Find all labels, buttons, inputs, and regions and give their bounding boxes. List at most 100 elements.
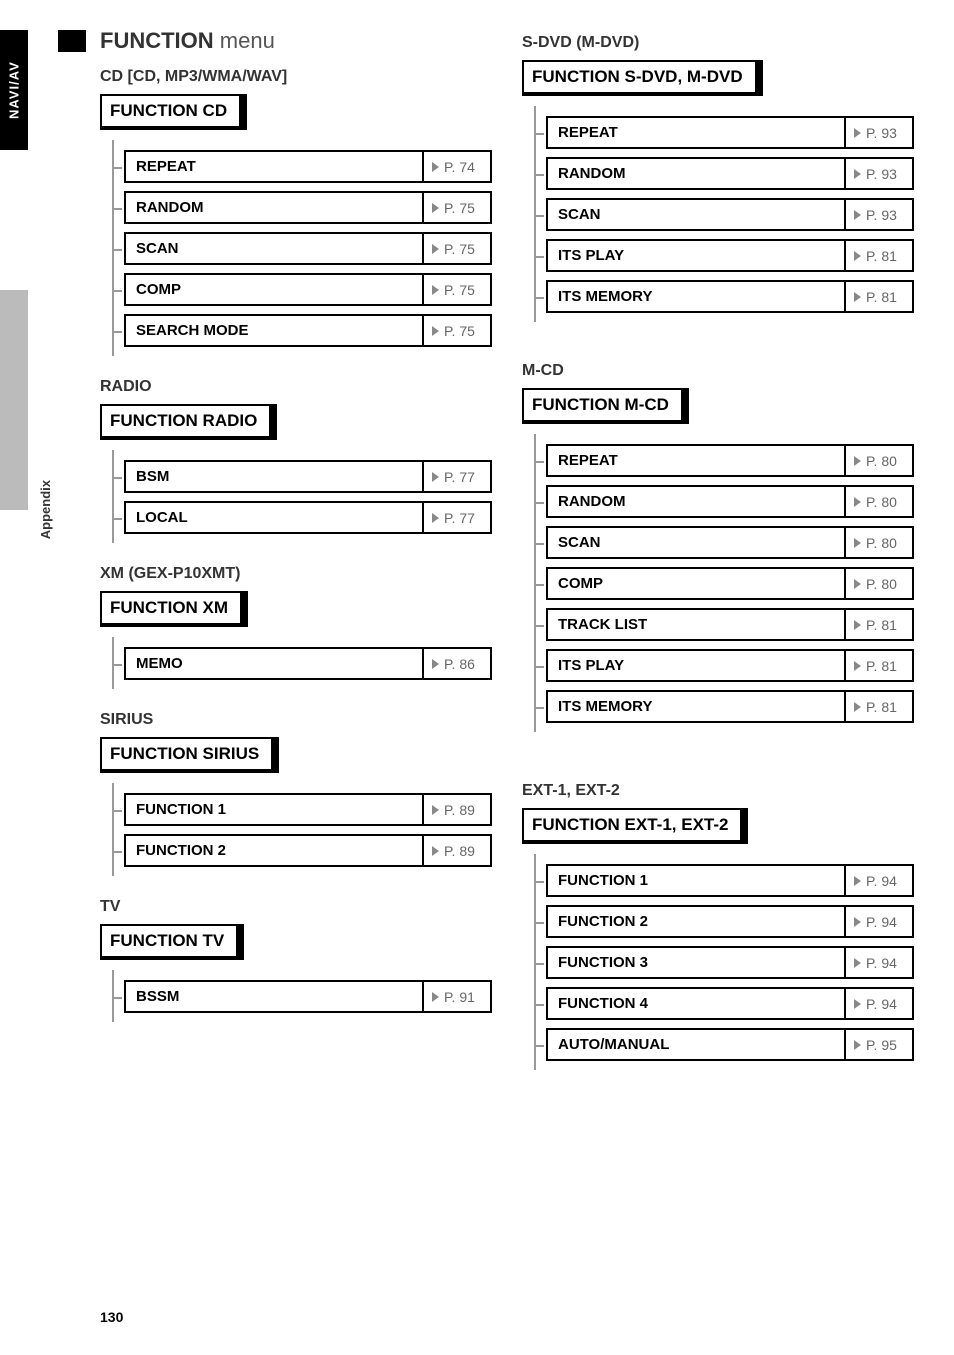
tree-item: ITS MEMORYP. 81: [536, 690, 914, 723]
item-label: TRACK LIST: [546, 608, 846, 641]
triangle-icon: [854, 620, 861, 630]
left-column: FUNCTION menu CD [CD, MP3/WMA/WAV] FUNCT…: [100, 28, 492, 1070]
item-label: FUNCTION 2: [124, 834, 424, 867]
main-title-light: menu: [220, 28, 275, 53]
triangle-icon: [854, 538, 861, 548]
item-label: RANDOM: [546, 485, 846, 518]
triangle-icon: [854, 456, 861, 466]
triangle-icon: [432, 326, 439, 336]
tree-item: SCAN P. 80: [536, 526, 914, 559]
page-ref[interactable]: P. 93: [846, 157, 914, 190]
page-ref-text: P. 93: [866, 125, 897, 141]
tag-function-cd: FUNCTION CD: [100, 94, 247, 130]
page-ref[interactable]: P. 94: [846, 864, 914, 897]
triangle-icon: [432, 513, 439, 523]
triangle-icon: [854, 251, 861, 261]
tree-radio: BSMP. 77 LOCALP. 77: [112, 450, 492, 543]
page-ref[interactable]: P. 94: [846, 905, 914, 938]
page-ref[interactable]: P. 80: [846, 444, 914, 477]
item-label: BSSM: [124, 980, 424, 1013]
tree-item: FUNCTION 2P. 94: [536, 905, 914, 938]
tree-item: BSMP. 77: [114, 460, 492, 493]
page-ref[interactable]: P. 80: [846, 485, 914, 518]
heading-ext: EXT-1, EXT-2: [522, 782, 914, 800]
page-ref[interactable]: P. 81: [846, 280, 914, 313]
item-label: ITS PLAY: [546, 649, 846, 682]
page-ref[interactable]: P. 93: [846, 116, 914, 149]
page-ref[interactable]: P. 94: [846, 946, 914, 979]
triangle-icon: [854, 661, 861, 671]
heading-sdvd: S-DVD (M-DVD): [522, 34, 914, 52]
page-ref-text: P. 94: [866, 873, 897, 889]
page-ref-text: P. 95: [866, 1037, 897, 1053]
tree-item: FUNCTION 1 P. 94: [536, 864, 914, 897]
triangle-icon: [854, 958, 861, 968]
page-ref[interactable]: P. 81: [846, 649, 914, 682]
triangle-icon: [432, 162, 439, 172]
heading-cd: CD [CD, MP3/WMA/WAV]: [100, 68, 492, 86]
item-label: SCAN: [546, 526, 846, 559]
item-label: REPEAT: [124, 150, 424, 183]
page-ref[interactable]: P. 81: [846, 239, 914, 272]
triangle-icon: [432, 992, 439, 1002]
tree-item: RANDOMP. 93: [536, 157, 914, 190]
tree-item: FUNCTION 2P. 89: [114, 834, 492, 867]
item-label: FUNCTION 3: [546, 946, 846, 979]
triangle-icon: [854, 169, 861, 179]
page-ref-text: P. 86: [444, 656, 475, 672]
tag-function-mcd: FUNCTION M-CD: [522, 388, 689, 424]
page-ref[interactable]: P. 80: [846, 567, 914, 600]
heading-radio: RADIO: [100, 378, 492, 396]
page-ref[interactable]: P. 95: [846, 1028, 914, 1061]
item-label: FUNCTION 1: [124, 793, 424, 826]
page-ref-text: P. 81: [866, 617, 897, 633]
triangle-icon: [854, 292, 861, 302]
page-ref[interactable]: P. 81: [846, 690, 914, 723]
tree-item: MEMOP. 86: [114, 647, 492, 680]
triangle-icon: [432, 846, 439, 856]
heading-mcd: M-CD: [522, 362, 914, 380]
triangle-icon: [854, 876, 861, 886]
tree-mcd: REPEATP. 80 RANDOMP. 80 SCANP. 80 COMPP.…: [534, 434, 914, 732]
page-ref[interactable]: P. 94: [846, 987, 914, 1020]
tree-item: BSSMP. 91: [114, 980, 492, 1013]
tree-item: TRACK LIST P. 81: [536, 608, 914, 641]
page-ref-text: P. 80: [866, 535, 897, 551]
page-ref[interactable]: P. 77: [424, 460, 492, 493]
page-ref[interactable]: P. 89: [424, 793, 492, 826]
tag-function-tv: FUNCTION TV: [100, 924, 244, 960]
page-ref[interactable]: P. 89: [424, 834, 492, 867]
page-ref[interactable]: P. 75: [424, 191, 492, 224]
page-ref[interactable]: P. 74: [424, 150, 492, 183]
page-number: 130: [100, 1309, 123, 1325]
page-ref-text: P. 75: [444, 323, 475, 339]
item-label: FUNCTION 1: [546, 864, 846, 897]
heading-sirius: SIRIUS: [100, 711, 492, 729]
tree-item: REPEATP. 80: [536, 444, 914, 477]
page-ref-text: P. 94: [866, 914, 897, 930]
tree-item: REPEATP. 93: [536, 116, 914, 149]
tree-item: ITS PLAYP. 81: [536, 649, 914, 682]
page-ref[interactable]: P. 75: [424, 314, 492, 347]
page-ref[interactable]: P. 86: [424, 647, 492, 680]
item-label: FUNCTION 4: [546, 987, 846, 1020]
page-ref[interactable]: P. 75: [424, 273, 492, 306]
page-ref[interactable]: P. 80: [846, 526, 914, 559]
page-ref[interactable]: P. 75: [424, 232, 492, 265]
page-ref-text: P. 80: [866, 576, 897, 592]
page-ref-text: P. 77: [444, 510, 475, 526]
triangle-icon: [854, 917, 861, 927]
page-ref[interactable]: P. 77: [424, 501, 492, 534]
item-label: SCAN: [124, 232, 424, 265]
main-title-strong: FUNCTION: [100, 28, 214, 53]
page-ref-text: P. 75: [444, 241, 475, 257]
tag-function-ext: FUNCTION EXT-1, EXT-2: [522, 808, 748, 844]
page-ref[interactable]: P. 91: [424, 980, 492, 1013]
page-ref[interactable]: P. 81: [846, 608, 914, 641]
tag-function-sirius: FUNCTION SIRIUS: [100, 737, 279, 773]
triangle-icon: [854, 579, 861, 589]
tree-item: REPEATP. 74: [114, 150, 492, 183]
triangle-icon: [854, 497, 861, 507]
page-ref[interactable]: P. 93: [846, 198, 914, 231]
item-label: ITS PLAY: [546, 239, 846, 272]
